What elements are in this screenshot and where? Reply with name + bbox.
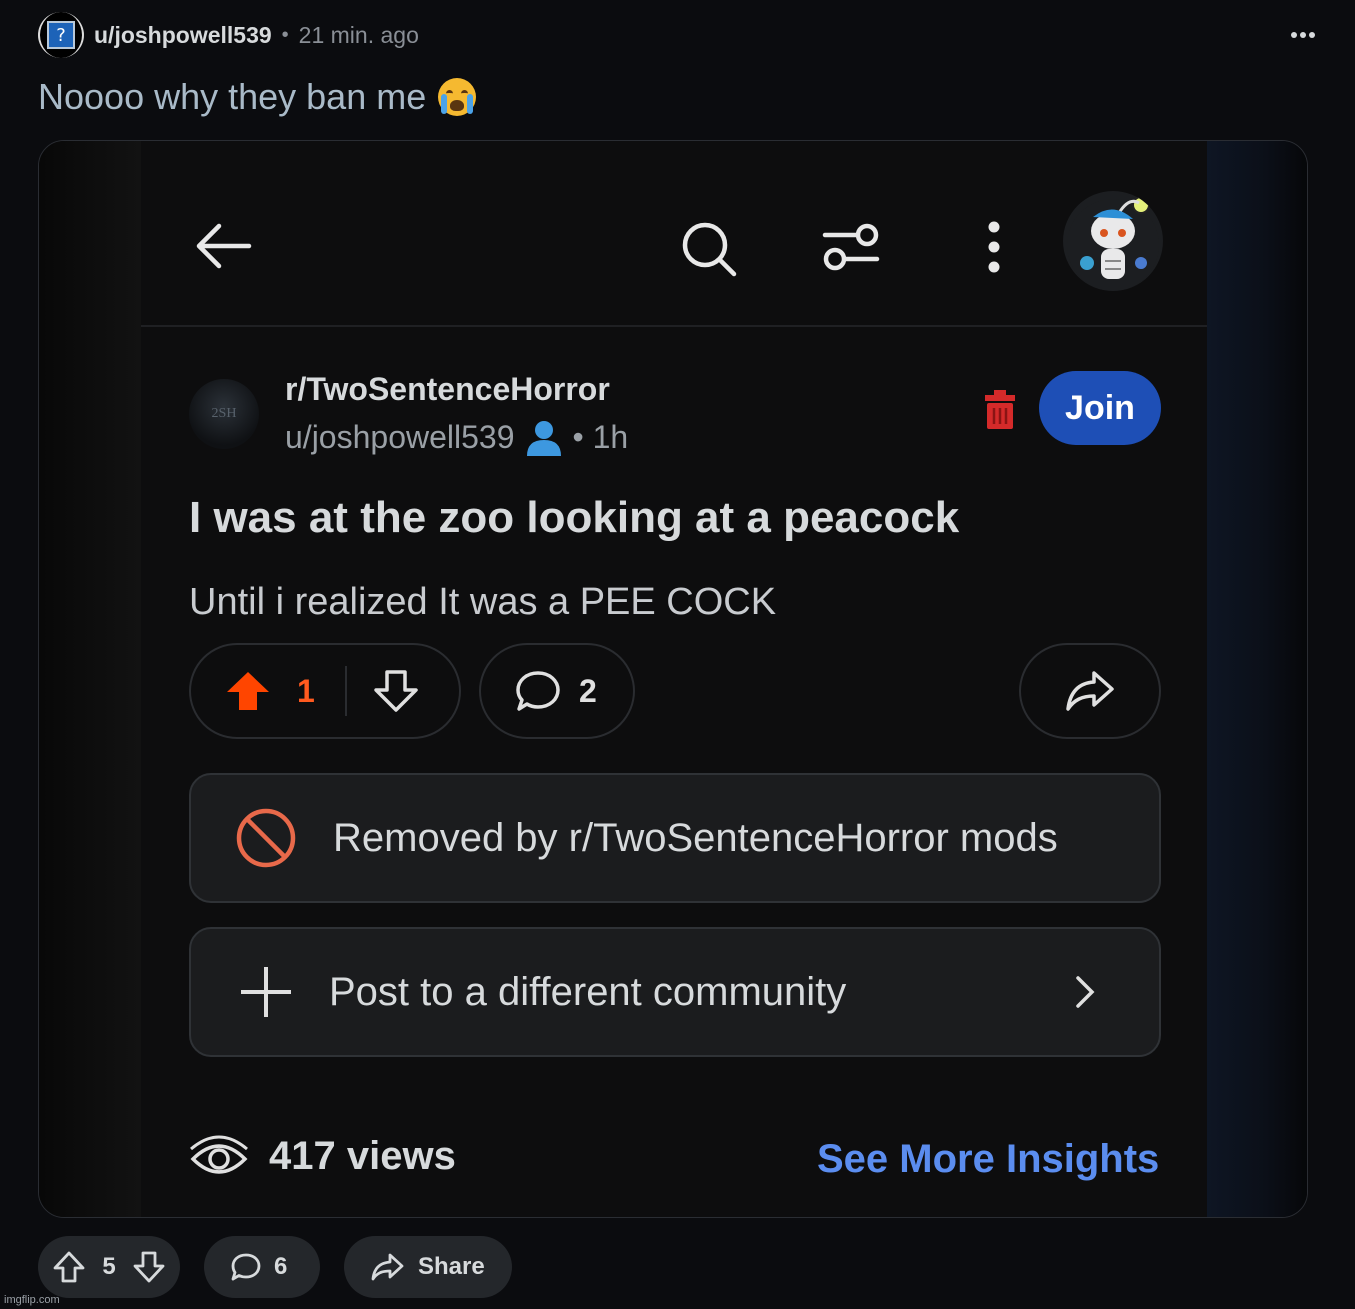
comments-button[interactable]: 6 bbox=[204, 1236, 320, 1298]
phone-screenshot: 2SH r/TwoSentenceHorror u/joshpowell539 … bbox=[141, 141, 1207, 1217]
search-icon bbox=[682, 222, 737, 277]
user-icon bbox=[526, 420, 561, 456]
comment-count: 2 bbox=[579, 672, 597, 709]
score-count: 5 bbox=[102, 1253, 116, 1280]
app-topbar bbox=[141, 141, 1207, 327]
post-title: Noooo why they ban me bbox=[38, 76, 427, 117]
post-author[interactable]: u/joshpowell539 bbox=[94, 22, 272, 49]
subreddit-avatar: 2SH bbox=[189, 379, 259, 449]
share-pill bbox=[1019, 643, 1161, 739]
share-button[interactable]: Share bbox=[344, 1236, 512, 1298]
comments-count: 6 bbox=[274, 1253, 288, 1280]
comment-icon bbox=[231, 1253, 261, 1281]
watermark: imgflip.com bbox=[4, 1294, 60, 1306]
vote-bar: 5 bbox=[38, 1236, 180, 1298]
vote-count: 1 bbox=[297, 672, 315, 709]
downvote-icon bbox=[374, 670, 418, 712]
views-row: 417 views bbox=[189, 1131, 456, 1181]
more-dot-icon bbox=[1291, 32, 1297, 38]
downvote-icon[interactable] bbox=[132, 1250, 166, 1284]
more-dot-icon bbox=[1300, 32, 1306, 38]
comment-pill: 2 bbox=[479, 643, 635, 739]
image-blur-right bbox=[1205, 141, 1307, 1217]
post-different-text: Post to a different community bbox=[329, 969, 847, 1014]
author-row: u/joshpowell539 • 1h bbox=[285, 419, 628, 456]
see-more-insights-link: See More Insights bbox=[817, 1137, 1160, 1181]
upvote-icon[interactable] bbox=[52, 1250, 86, 1284]
vote-divider bbox=[344, 666, 347, 716]
subreddit-name: r/TwoSentenceHorror bbox=[285, 371, 610, 407]
screenshot-age: • 1h bbox=[572, 419, 629, 455]
chevron-right-icon bbox=[1076, 976, 1095, 1008]
post-actions: 5 6 Share bbox=[38, 1236, 512, 1298]
comment-bubble-icon bbox=[516, 671, 560, 711]
post-title-row: Noooo why they ban me bbox=[38, 76, 477, 118]
post-time: 21 min. ago bbox=[298, 21, 419, 48]
kebab-menu-icon bbox=[988, 221, 1000, 273]
question-mark-icon: ? bbox=[47, 21, 75, 49]
screenshot-post-title: I was at the zoo looking at a peacock bbox=[189, 493, 960, 542]
author-avatar[interactable]: ? bbox=[38, 12, 84, 58]
filter-settings-icon bbox=[822, 223, 880, 271]
post-different-community: Post to a different community bbox=[189, 927, 1161, 1057]
views-count: 417 views bbox=[269, 1133, 456, 1178]
image-blur-left bbox=[39, 141, 141, 1217]
screenshot-post-body: Until i realized It was a PEE COCK bbox=[189, 581, 777, 623]
plus-icon bbox=[241, 967, 291, 1017]
share-label: Share bbox=[418, 1253, 485, 1280]
post-image[interactable]: 2SH r/TwoSentenceHorror u/joshpowell539 … bbox=[38, 140, 1308, 1218]
more-dot-icon bbox=[1309, 32, 1315, 38]
user-avatar-snoo bbox=[1063, 191, 1163, 291]
eye-views-icon bbox=[190, 1135, 248, 1174]
more-options-button[interactable] bbox=[1291, 32, 1317, 38]
crying-face-emoji-icon bbox=[438, 78, 477, 116]
share-arrow-icon bbox=[1066, 671, 1114, 711]
back-arrow-icon bbox=[196, 223, 252, 269]
separator-dot: • bbox=[281, 23, 289, 46]
removed-notice: Removed by r/TwoSentenceHorror mods bbox=[189, 773, 1161, 903]
screenshot-author: u/joshpowell539 bbox=[285, 419, 515, 455]
share-icon bbox=[371, 1253, 404, 1281]
trash-icon bbox=[985, 390, 1015, 429]
prohibited-icon bbox=[236, 808, 296, 868]
vote-pill: 1 bbox=[189, 643, 461, 739]
upvote-filled-icon bbox=[227, 672, 269, 710]
removed-text: Removed by r/TwoSentenceHorror mods bbox=[333, 815, 1058, 860]
post-header: ? u/joshpowell539 • 21 min. ago bbox=[38, 12, 1317, 58]
join-button: Join bbox=[1039, 371, 1161, 445]
